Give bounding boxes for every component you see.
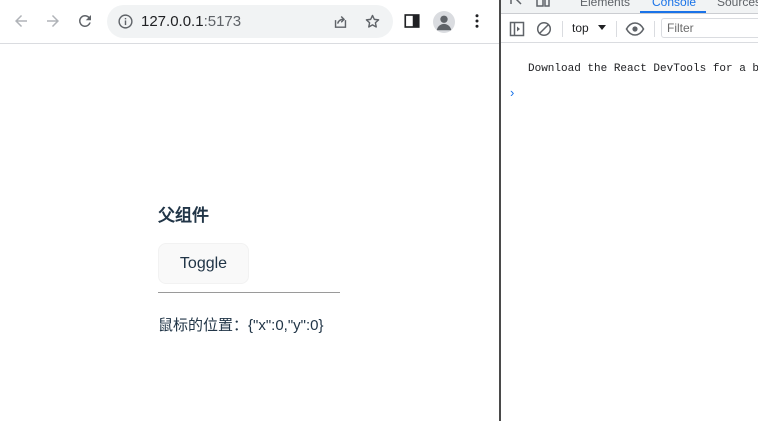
divider-line [158,292,340,293]
page-content: 父组件 Toggle 鼠标的位置：{"x":0,"y":0} [0,44,499,421]
tab-console[interactable]: Console [652,0,696,9]
tab-elements[interactable]: Elements [580,0,630,9]
arrow-left-icon [15,15,27,27]
info-icon[interactable] [117,13,134,30]
reload-icon [78,14,91,27]
page-heading: 父组件 [158,206,209,225]
console-prompt[interactable]: › [510,85,514,100]
eye-icon[interactable] [625,21,645,37]
browser-toolbar: 127.0.0.1:5173 [0,0,499,44]
profile-avatar[interactable] [433,11,455,33]
chevron-down-icon[interactable] [598,25,606,30]
toolbar-separator [616,21,617,37]
arrow-right-icon [47,15,59,27]
bookmark-star-icon[interactable] [364,13,381,30]
toggle-button[interactable]: Toggle [158,243,249,284]
console-filter-input[interactable] [661,18,758,38]
share-icon[interactable] [332,13,349,30]
mouse-position-text: 鼠标的位置：{"x":0,"y":0} [158,317,324,334]
browser-window: 127.0.0.1:5173 父组件 Toggle 鼠标的位置：{"x":0,"… [0,0,499,421]
devtools-tabbar: Elements Console Sources [501,0,758,14]
sidebar-toggle-icon[interactable] [509,21,525,37]
address-bar[interactable]: 127.0.0.1:5173 [107,5,393,38]
console-toolbar: top [501,15,758,43]
reload-button[interactable] [72,8,98,34]
devtools-panel: Elements Console Sources top Download th… [501,0,758,421]
clear-console-icon[interactable] [536,21,552,37]
url-text: 127.0.0.1:5173 [141,13,241,30]
console-message: Download the React DevTools for a better… [528,63,758,75]
context-selector[interactable]: top [572,21,589,35]
back-button[interactable] [8,8,34,34]
url-host: 127.0.0.1 [141,13,204,30]
url-port: :5173 [203,13,242,30]
device-toolbar-icon[interactable] [535,0,551,8]
tab-sources[interactable]: Sources [717,0,758,9]
active-tab-indicator [640,11,706,13]
more-vert-icon[interactable] [468,12,486,30]
inspect-element-icon[interactable] [509,0,525,8]
toolbar-separator [562,21,563,37]
toolbar-separator [654,21,655,37]
person-icon [436,15,452,31]
forward-button[interactable] [40,8,66,34]
side-panel-icon[interactable] [403,12,421,30]
